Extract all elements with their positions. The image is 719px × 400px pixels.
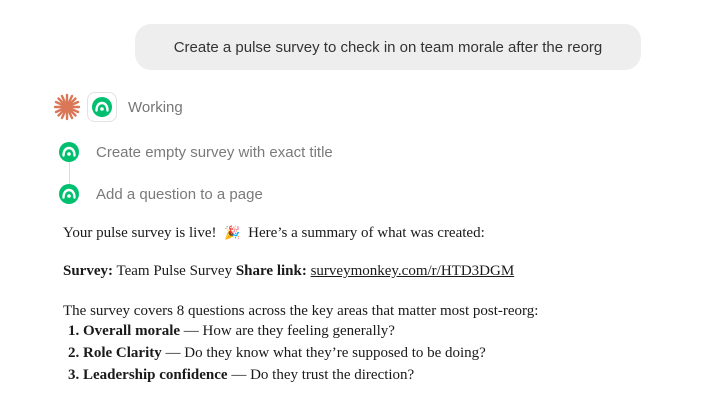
list-item: 3. Leadership confidence — Do they trust… [68, 364, 486, 386]
surveymonkey-icon [59, 184, 79, 204]
share-link[interactable]: surveymonkey.com/r/HTD3DGM [311, 263, 515, 279]
status-row: Working [53, 90, 183, 124]
surveymonkey-icon [92, 97, 112, 117]
list-item: 2. Role Clarity — Do they know what they… [68, 342, 486, 364]
step-connector [69, 162, 70, 184]
question-number: 3. [68, 367, 80, 383]
survey-details: Survey: Team Pulse Survey Share link: su… [63, 260, 514, 282]
intro-text: Your pulse survey is live! [63, 225, 217, 241]
step-add-question[interactable]: Add a question to a page [59, 184, 263, 204]
question-desc: — Do they know what they’re supposed to … [161, 345, 486, 361]
question-title: Role Clarity [83, 345, 162, 361]
user-message-bubble: Create a pulse survey to check in on tea… [135, 24, 641, 70]
step-label: Create empty survey with exact title [96, 143, 333, 161]
app-chip [87, 92, 117, 122]
user-message-text: Create a pulse survey to check in on tea… [173, 38, 603, 56]
question-title: Overall morale [83, 323, 181, 339]
step-label: Add a question to a page [96, 185, 263, 203]
intro-after-text: Here’s a summary of what was created: [248, 225, 485, 241]
share-link-label: Share link: [235, 263, 307, 279]
survey-label: Survey: [63, 263, 113, 279]
question-number: 1. [68, 323, 80, 339]
coverage-text: The survey covers 8 questions across the… [63, 303, 539, 319]
party-popper-icon: 🎉 [224, 226, 241, 241]
step-create-survey[interactable]: Create empty survey with exact title [59, 142, 333, 162]
question-number: 2. [68, 345, 80, 361]
working-status: Working [128, 98, 183, 116]
surveymonkey-icon [59, 142, 79, 162]
question-title: Leadership confidence [83, 367, 228, 383]
survey-name: Team Pulse Survey [116, 263, 233, 279]
question-desc: — Do they trust the direction? [227, 367, 415, 383]
intro-paragraph: Your pulse survey is live! 🎉 Here’s a su… [63, 222, 485, 245]
question-list: 1. Overall morale — How are they feeling… [68, 320, 486, 386]
list-item: 1. Overall morale — How are they feeling… [68, 320, 486, 342]
spark-icon [53, 93, 81, 121]
question-desc: — How are they feeling generally? [180, 323, 395, 339]
